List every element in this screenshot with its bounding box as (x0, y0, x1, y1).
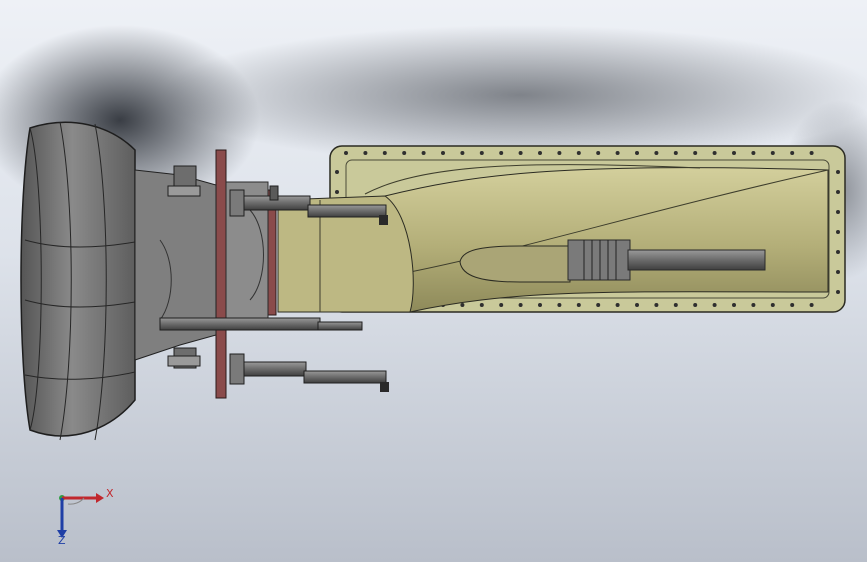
housing-bolt (479, 303, 484, 307)
housing-bolt (596, 151, 601, 155)
housing-bolt (836, 290, 840, 294)
rod-coupler-lower[interactable] (229, 353, 245, 385)
housing-bolt (460, 303, 465, 307)
housing-bolt (790, 151, 795, 155)
z-axis-label: Z (58, 534, 66, 547)
rod-middle[interactable] (159, 317, 363, 331)
housing-bolt (402, 151, 407, 155)
housing-bolt (732, 151, 736, 155)
housing-bolt (615, 303, 620, 307)
housing-bolt (635, 151, 639, 155)
housing-bolt (751, 151, 756, 155)
housing-bolt (363, 151, 368, 155)
housing-bolt (576, 151, 581, 155)
rod-lower[interactable] (235, 361, 389, 392)
housing-bolt (836, 270, 840, 274)
housing-bolt (479, 151, 484, 155)
clamp-fitting-bottom[interactable] (167, 347, 201, 369)
housing-bolt (344, 151, 348, 155)
cup-neck[interactable] (134, 169, 217, 361)
housing-bolt (693, 303, 698, 307)
housing-bolt (809, 303, 814, 307)
housing-bolt (499, 151, 504, 155)
x-axis-label: X (106, 487, 114, 500)
housing-bolt (836, 210, 840, 214)
housing-bolt (557, 151, 562, 155)
housing-bolt (770, 151, 775, 155)
housing-bolt (809, 151, 814, 155)
housing-bolt (499, 303, 504, 307)
housing-bolt (441, 151, 445, 155)
coordinate-triad: X Z (57, 487, 114, 547)
housing-bolt (518, 303, 523, 307)
housing-bolt (836, 190, 840, 194)
housing-bolt (654, 303, 659, 307)
housing-bolt (732, 303, 736, 307)
housing-bolt (712, 151, 717, 155)
housing-bolt (460, 151, 465, 155)
housing-bolt (673, 303, 678, 307)
housing-bolt (836, 250, 840, 254)
shadow-top (160, 25, 867, 165)
housing-bolt (615, 151, 620, 155)
housing-bolt (421, 151, 426, 155)
housing-bolt (635, 303, 639, 307)
housing-bolt (596, 303, 601, 307)
probe-rod[interactable] (627, 249, 766, 271)
housing-bolt (770, 303, 775, 307)
housing-bolt (538, 303, 542, 307)
assembly-model[interactable] (0, 0, 867, 562)
housing-bolt (790, 303, 795, 307)
housing-bolt (836, 230, 840, 234)
3d-viewport[interactable]: X Z (0, 0, 867, 562)
probe-fitting[interactable] (567, 239, 631, 281)
combustor-cup[interactable] (20, 121, 136, 437)
housing-bolt (335, 190, 339, 194)
x-axis-arrowhead (96, 493, 104, 503)
flange-left[interactable] (215, 149, 227, 399)
inner-probe-body[interactable] (459, 245, 571, 283)
housing-bolt (836, 170, 840, 174)
housing-bolt (751, 303, 756, 307)
housing-bolt (693, 151, 698, 155)
housing-bolt (654, 151, 659, 155)
housing-bolt (538, 151, 542, 155)
housing-bolt (712, 303, 717, 307)
housing-bolt (335, 170, 339, 174)
housing-bolt (518, 151, 523, 155)
housing-bolt (673, 151, 678, 155)
housing-bolt (576, 303, 581, 307)
housing-bolt (557, 303, 562, 307)
housing-bolt (382, 151, 387, 155)
